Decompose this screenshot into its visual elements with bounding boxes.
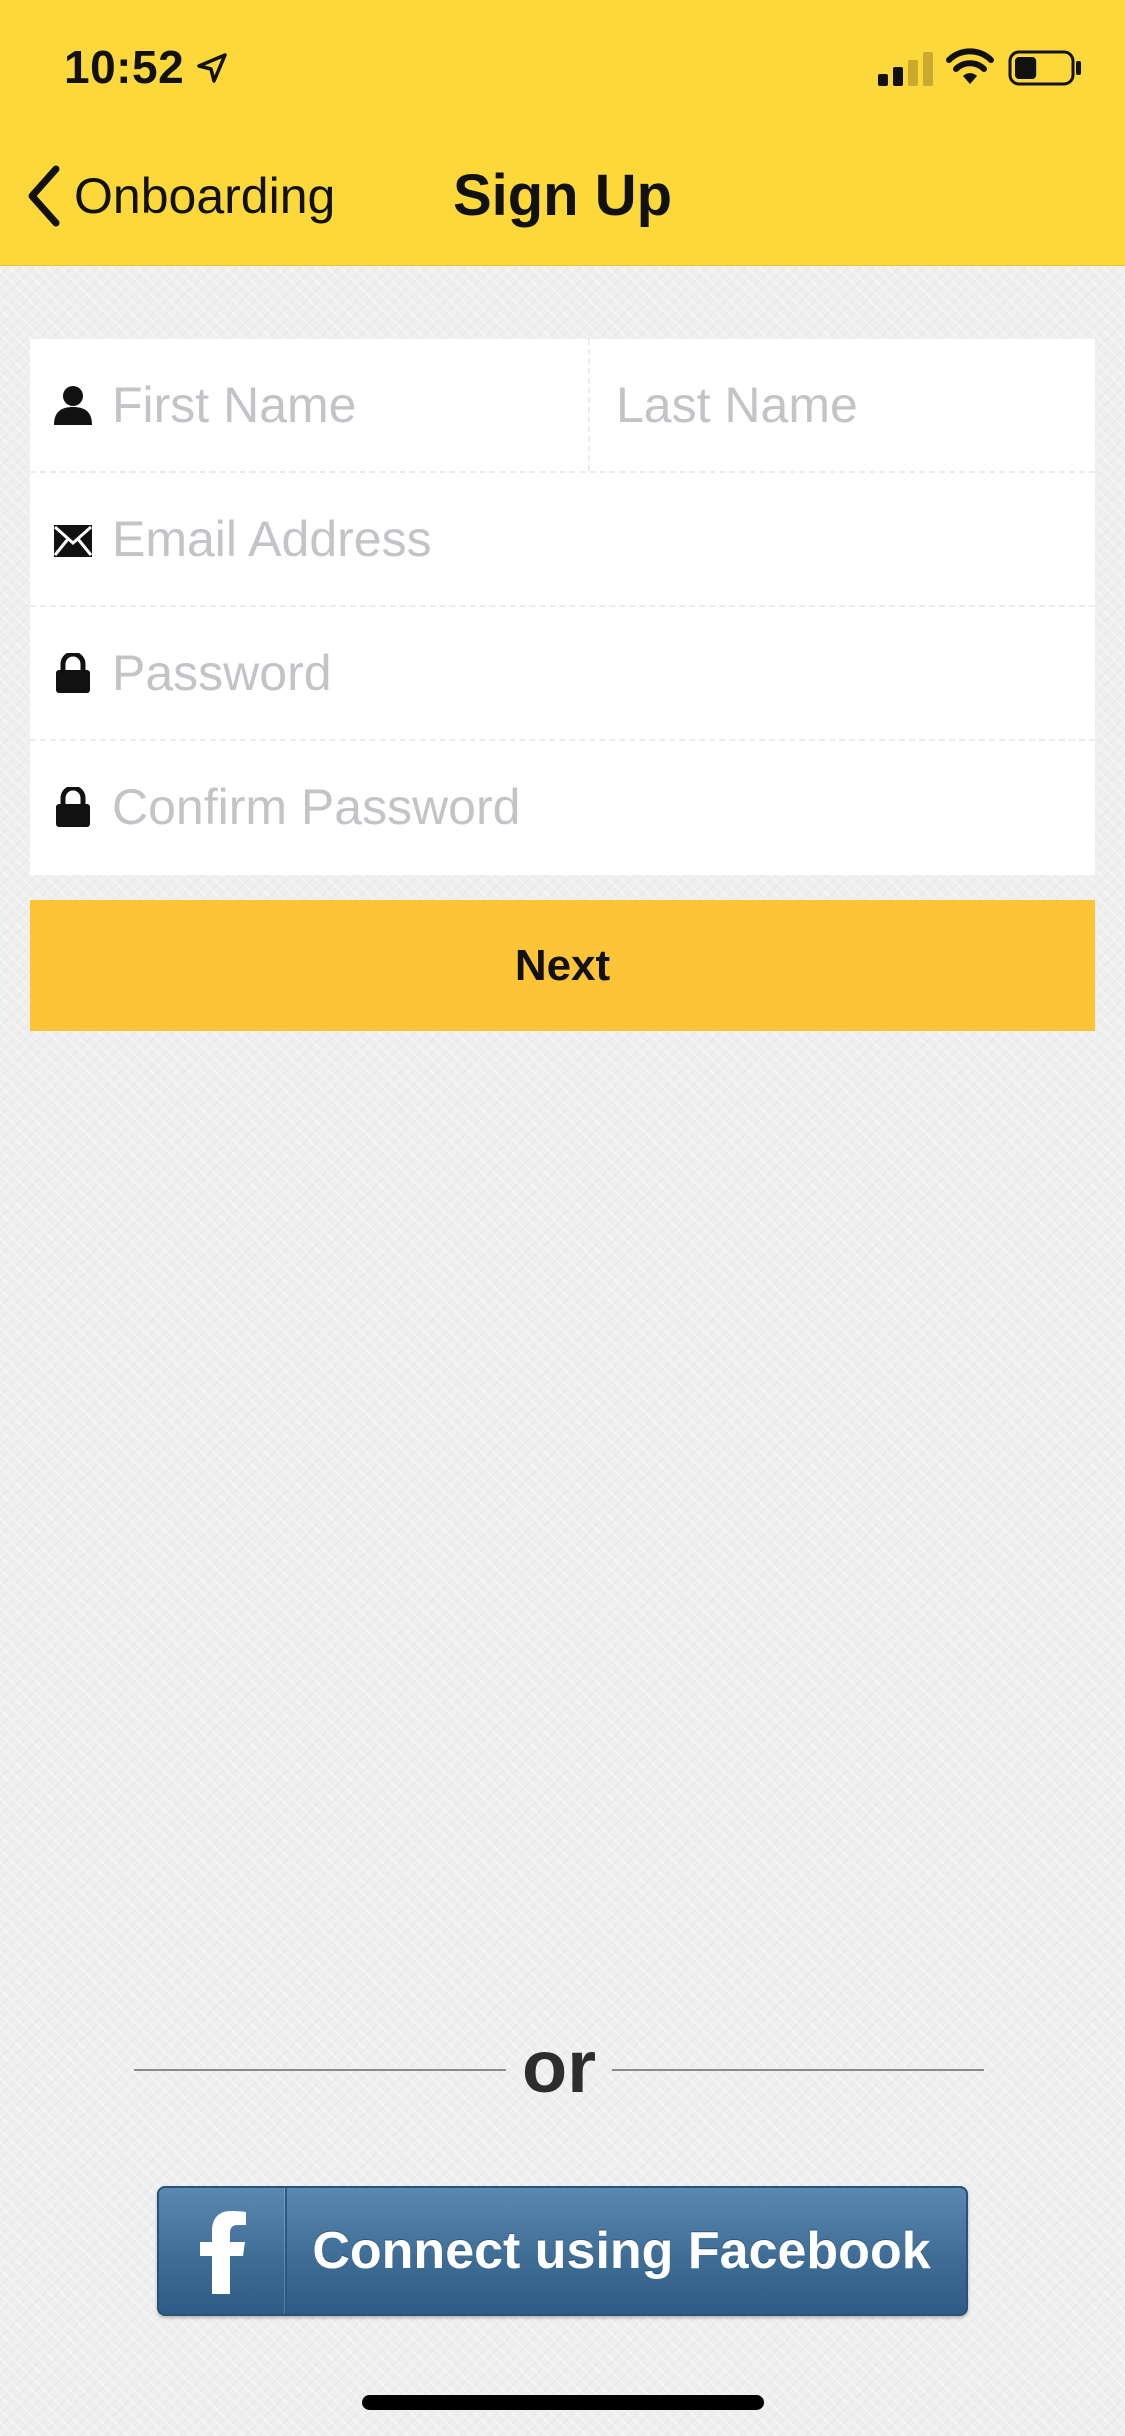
- email-field[interactable]: [112, 473, 1072, 605]
- password-row: [30, 607, 1095, 741]
- or-divider-text: or: [522, 2025, 596, 2108]
- first-name-input[interactable]: [112, 339, 607, 471]
- last-name-input[interactable]: [616, 339, 1076, 471]
- email-input[interactable]: [112, 473, 1072, 605]
- back-label: Onboarding: [74, 168, 336, 224]
- envelope-icon: [54, 525, 92, 557]
- status-time: 10:52: [64, 41, 185, 93]
- name-row: [30, 339, 1095, 473]
- signup-form: [30, 339, 1095, 875]
- location-arrow-icon: [197, 53, 227, 83]
- password-input[interactable]: [112, 607, 1072, 739]
- divider-line-right: [612, 2069, 984, 2071]
- lock-icon: [56, 653, 90, 693]
- chevron-left-icon: [28, 165, 60, 227]
- confirm-password-row: [30, 741, 1095, 875]
- last-name-field[interactable]: [616, 339, 1076, 471]
- facebook-icon: [200, 2211, 246, 2294]
- next-button[interactable]: Next: [30, 900, 1095, 1031]
- confirm-password-field[interactable]: [112, 741, 1072, 873]
- person-icon: [54, 386, 92, 425]
- lock-icon: [56, 787, 90, 827]
- cellular-signal-icon: [878, 52, 933, 86]
- facebook-connect-button[interactable]: Connect using Facebook: [157, 2186, 968, 2316]
- password-field[interactable]: [112, 607, 1072, 739]
- back-button[interactable]: Onboarding: [22, 160, 335, 232]
- confirm-password-input[interactable]: [112, 741, 1072, 873]
- divider-line-left: [134, 2069, 506, 2071]
- name-divider: [588, 339, 590, 471]
- navigation-header: 10:52 Onboarding Sign Up: [0, 0, 1125, 266]
- wifi-icon: [946, 48, 994, 84]
- email-row: [30, 473, 1095, 607]
- home-indicator[interactable]: [362, 2395, 764, 2410]
- battery-icon: [1008, 50, 1081, 86]
- facebook-button-label: Connect using Facebook: [312, 2222, 931, 2280]
- facebook-logo-box: [159, 2188, 287, 2314]
- first-name-field[interactable]: [112, 339, 607, 471]
